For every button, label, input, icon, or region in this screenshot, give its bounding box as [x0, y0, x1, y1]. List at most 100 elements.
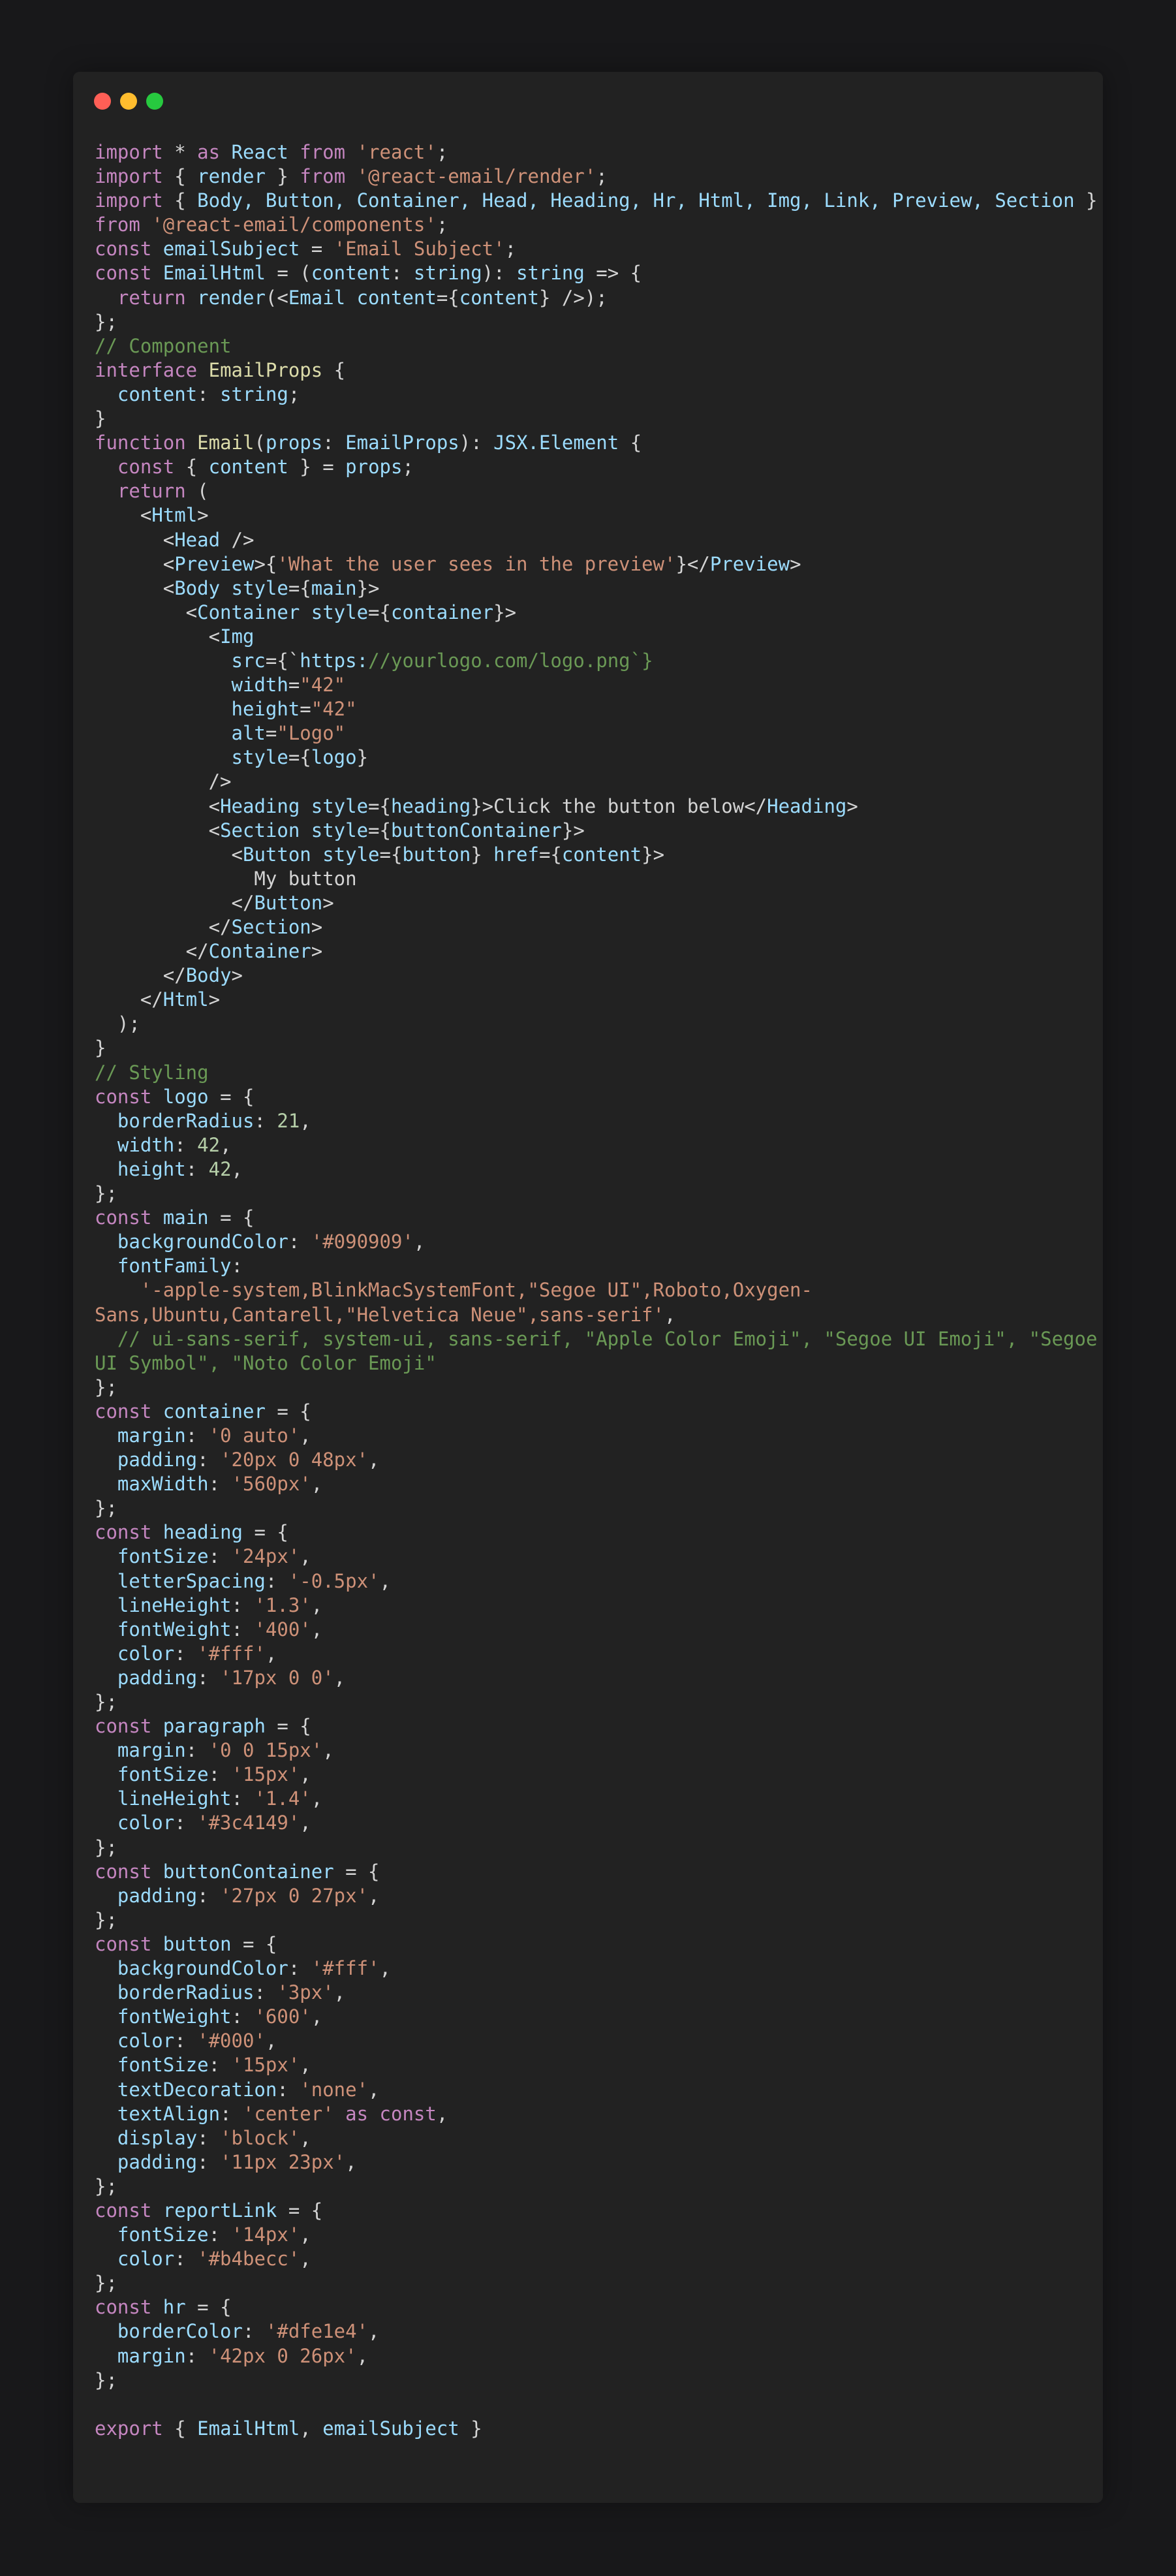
- code-line: color: '#000',: [95, 2029, 1087, 2053]
- code-token: display: [95, 2126, 198, 2149]
- code-token: main: [151, 1206, 209, 1229]
- code-token: '27px 0 27px': [220, 1884, 369, 1907]
- code-token: ,: [300, 1812, 311, 1834]
- code-token: };: [95, 1497, 117, 1520]
- code-token: </: [95, 891, 255, 914]
- code-token: from: [300, 165, 346, 188]
- code-token: maxWidth: [95, 1473, 209, 1496]
- code-token: Heading: [220, 794, 300, 817]
- code-token: heading: [151, 1521, 243, 1544]
- code-token: '@react-email/components': [151, 213, 437, 236]
- code-token: color: [95, 2248, 175, 2270]
- code-line: };: [95, 1908, 1087, 1932]
- code-token: emailSubject: [322, 2417, 459, 2440]
- code-token: :: [197, 383, 221, 405]
- code-token: } />);: [538, 286, 608, 309]
- code-window: import * as React from 'react'; import { …: [73, 72, 1103, 2503]
- code-line: height="42": [95, 697, 1087, 721]
- code-token: as: [345, 2102, 369, 2125]
- code-token: const: [95, 1715, 152, 1738]
- code-token: ={: [368, 819, 391, 841]
- code-line: Sans,Ubuntu,Cantarell,"Helvetica Neue",s…: [95, 1303, 1087, 1327]
- code-line: };: [95, 2271, 1087, 2295]
- code-line: margin: '42px 0 26px',: [95, 2344, 1087, 2368]
- code-token: (: [185, 480, 209, 503]
- code-token: 42: [208, 1157, 232, 1180]
- code-token: }>: [561, 819, 585, 841]
- code-token: ,: [300, 1424, 311, 1447]
- code-line: margin: '0 0 15px',: [95, 1738, 1087, 1763]
- code-token: = {: [265, 1400, 311, 1422]
- code-token: =: [265, 722, 277, 745]
- code-line: display: 'block',: [95, 2126, 1087, 2150]
- code-line: const EmailHtml = (content: string): str…: [95, 261, 1087, 285]
- code-token: Sans,Ubuntu,Cantarell,"Helvetica Neue",s…: [95, 1303, 664, 1326]
- code-token: '@react-email/render': [356, 165, 596, 188]
- code-token: :: [174, 2248, 198, 2270]
- code-token: src: [95, 649, 266, 672]
- code-token: >: [322, 891, 334, 914]
- code-line: const button = {: [95, 1932, 1087, 1956]
- code-token: => {: [584, 262, 642, 285]
- code-token: content: [459, 286, 539, 309]
- code-token: }</: [675, 552, 710, 575]
- code-line: interface EmailProps {: [95, 358, 1087, 383]
- code-token: fontWeight: [95, 2005, 232, 2028]
- code-line: const { content } = props;: [95, 455, 1087, 479]
- code-token: '14px': [231, 2223, 300, 2246]
- code-token: :: [174, 1133, 198, 1156]
- code-token: ,: [379, 1569, 391, 1592]
- code-token: borderRadius: [95, 1981, 255, 2004]
- code-token: '11px 23px': [220, 2150, 346, 2173]
- code-token: width: [95, 1133, 175, 1156]
- code-token: fontSize: [95, 1763, 209, 1786]
- code-line: };: [95, 1375, 1087, 1400]
- code-line: padding: '27px 0 27px',: [95, 1884, 1087, 1908]
- code-token: '560px': [231, 1473, 311, 1496]
- code-token: };: [95, 1182, 117, 1205]
- code-token: ):: [482, 262, 517, 285]
- code-token: fontSize: [95, 2223, 209, 2246]
- code-token: const: [379, 2102, 437, 2125]
- code-token: ,: [220, 1133, 232, 1156]
- code-token: Section: [231, 916, 311, 938]
- code-token: style: [300, 794, 369, 817]
- code-token: ,: [368, 1449, 380, 1471]
- code-token: ={: [288, 576, 311, 599]
- code-token: ;: [436, 141, 448, 163]
- code-token: </: [95, 988, 163, 1011]
- code-line: color: '#3c4149',: [95, 1811, 1087, 1835]
- code-token: ,: [368, 2320, 380, 2343]
- minimize-button[interactable]: [120, 93, 137, 110]
- code-token: >{: [254, 552, 277, 575]
- code-token: 'center': [242, 2102, 334, 2125]
- code-token: ,: [356, 2344, 369, 2367]
- code-line: lineHeight: '1.4',: [95, 1787, 1087, 1811]
- code-token: {: [322, 358, 346, 381]
- code-token: style: [220, 576, 288, 599]
- code-token: }: [471, 843, 494, 866]
- code-token: </: [95, 940, 209, 963]
- code-token: :: [197, 1884, 221, 1907]
- code-line: }: [95, 1036, 1087, 1060]
- code-token: = {: [208, 1206, 255, 1229]
- code-token: lineHeight: [95, 1787, 232, 1810]
- maximize-button[interactable]: [146, 93, 163, 110]
- code-line: import { Body, Button, Container, Head, …: [95, 189, 1097, 213]
- code-token: >: [208, 988, 221, 1011]
- code-token: ;: [288, 383, 300, 405]
- code-line: }: [95, 407, 1087, 431]
- code-token: {: [162, 189, 198, 212]
- close-button[interactable]: [94, 93, 111, 110]
- code-token: '#dfe1e4': [265, 2320, 369, 2343]
- code-line: maxWidth: '560px',: [95, 1472, 1087, 1496]
- code-line: padding: '17px 0 0',: [95, 1666, 1087, 1690]
- code-token: content: [95, 383, 198, 405]
- code-token: />: [220, 528, 255, 551]
- code-token: '400': [254, 1618, 311, 1641]
- code-line: borderRadius: '3px',: [95, 1981, 1087, 2005]
